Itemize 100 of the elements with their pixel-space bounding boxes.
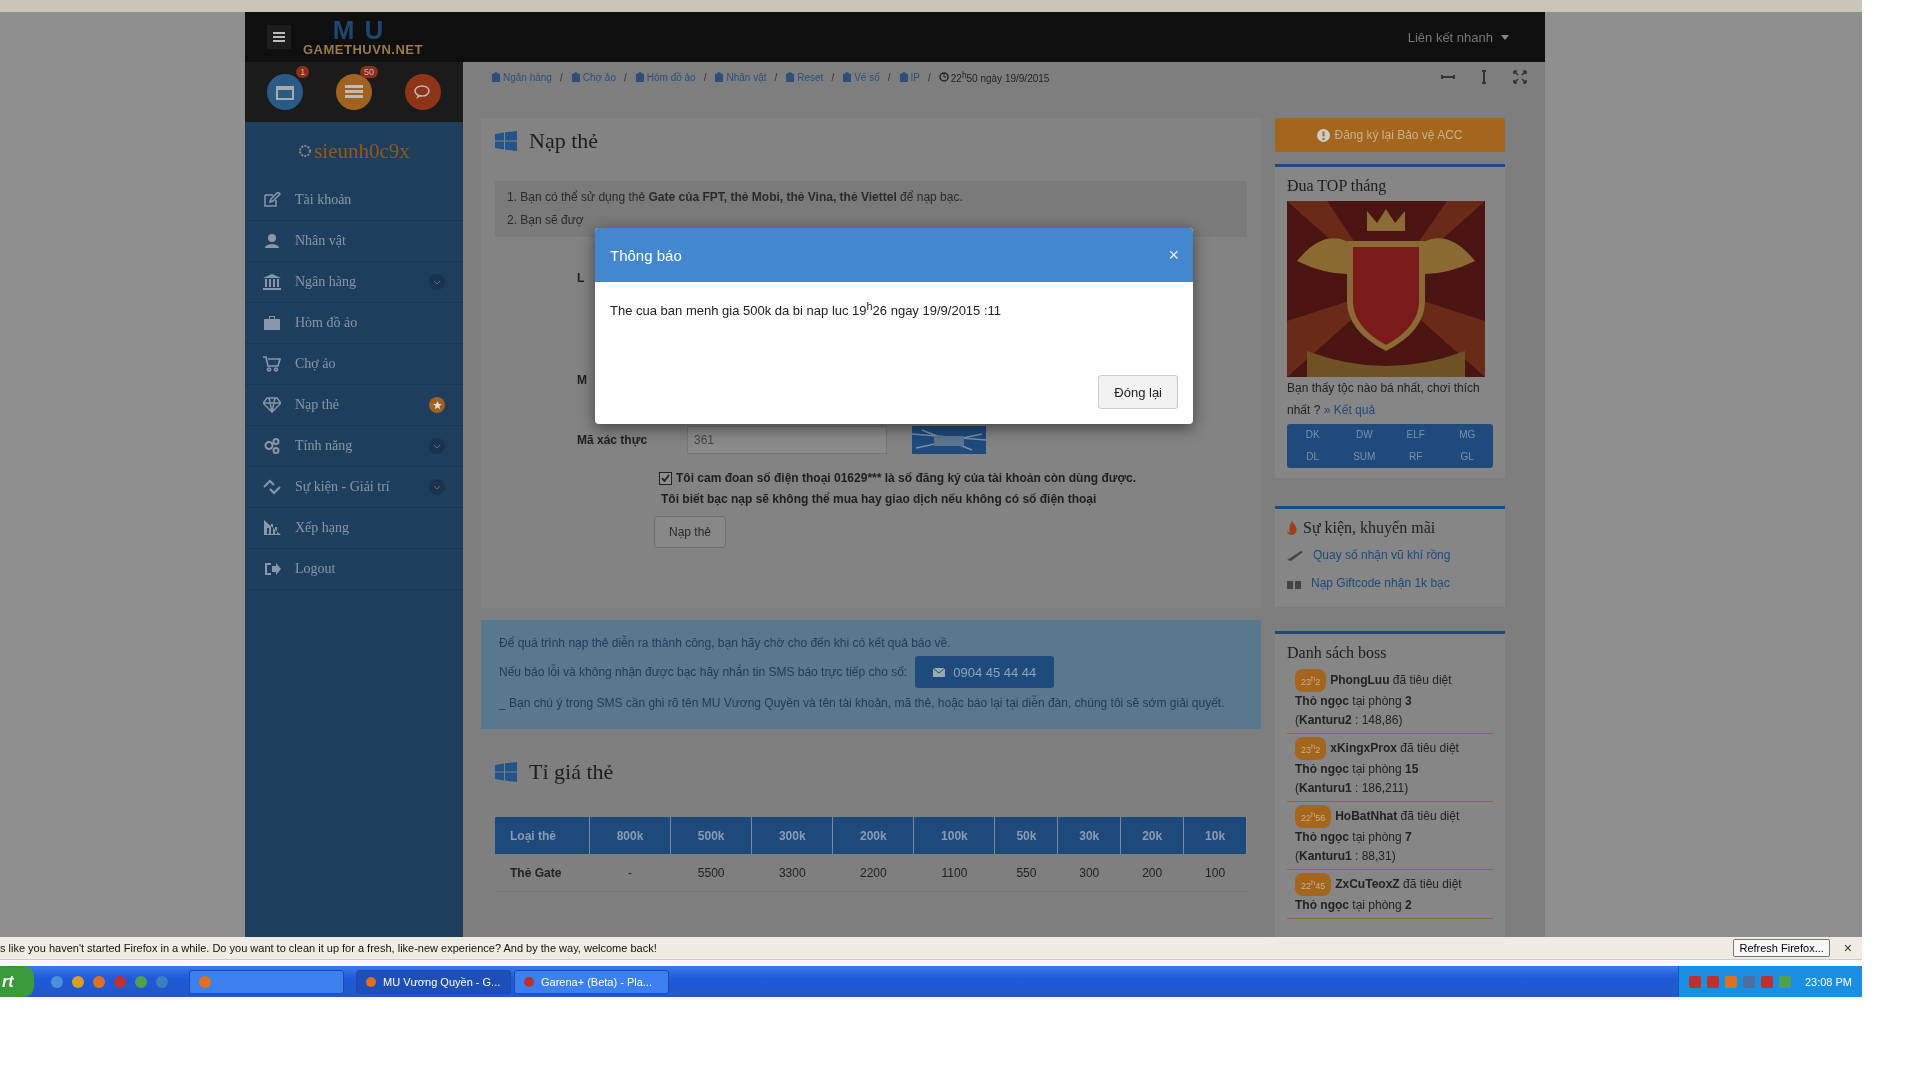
results-link[interactable]: » Kết quả xyxy=(1323,403,1376,417)
breadcrumb-separator: / xyxy=(623,71,627,83)
class-button[interactable]: ELF xyxy=(1390,424,1442,446)
breadcrumb-link[interactable]: IP xyxy=(898,71,920,83)
logo-backdrop: MU xyxy=(332,17,394,42)
info-text: _ Bạn chú ý trong SMS cần ghi rõ tên MU Vương Quyền và tên tài khoản, mã thẻ, hoặc báo lại tại diễn đàn, chúng tôi sẽ sớm giải quyết. xyxy=(499,694,1226,712)
column-header: 20k xyxy=(1120,817,1184,854)
menu-button[interactable] xyxy=(267,25,291,49)
start-button[interactable]: rt xyxy=(0,966,34,997)
time-badge: 22$^{h}$56 xyxy=(1295,805,1332,828)
notification-badge: 50 xyxy=(359,66,378,78)
table-cell: 1100 xyxy=(913,854,995,892)
fullscreen-icon[interactable] xyxy=(1513,70,1527,84)
class-button[interactable]: RF xyxy=(1390,446,1442,468)
event-link[interactable]: Quay số nhận vũ khí rồng xyxy=(1287,541,1493,569)
class-button[interactable]: DK xyxy=(1287,424,1339,446)
chat-icon xyxy=(413,85,432,99)
boss-kill-text: Thỏ ngọc tại phòng 3 xyxy=(1295,693,1412,710)
breadcrumb-link[interactable]: Reset xyxy=(785,71,824,83)
panel-title: Nạp thẻ xyxy=(529,127,599,154)
boss-kill-text: Thỏ ngọc tại phòng 2 xyxy=(1295,897,1412,914)
column-header: 10k xyxy=(1183,817,1247,854)
chevron-icon xyxy=(429,479,445,495)
windows-icon xyxy=(495,762,517,782)
app-icon[interactable] xyxy=(113,974,127,989)
close-button[interactable]: × xyxy=(1168,244,1179,266)
menu-icon xyxy=(273,32,285,42)
breadcrumb-link[interactable]: Vé số xyxy=(842,71,880,83)
sidebar-item[interactable]: Xếp hạng xyxy=(245,508,463,549)
list-icon xyxy=(345,85,363,99)
sidebar-item[interactable]: Hòm đồ ảo xyxy=(245,303,463,344)
diamond-icon xyxy=(263,397,281,413)
taskbar-button[interactable]: Garena+ (Beta) - Pla... xyxy=(514,969,669,994)
submit-button[interactable]: Nạp thẻ xyxy=(654,516,727,548)
class-button[interactable]: GL xyxy=(1441,446,1493,468)
column-header: 200k xyxy=(832,817,914,854)
caret-icon xyxy=(1501,34,1509,40)
breadcrumb-link[interactable]: Ngân hàng xyxy=(491,71,552,83)
sidebar-item[interactable]: Logout xyxy=(245,549,463,590)
dialog-title: Thông báo xyxy=(610,246,683,264)
instruction-text: 2. Bạn sẽ đượ xyxy=(507,212,585,229)
app-icon xyxy=(198,974,212,989)
refresh-button[interactable]: Refresh Firefox... xyxy=(1733,939,1830,957)
tray-icon[interactable] xyxy=(1760,975,1773,988)
table-cell: 3300 xyxy=(751,854,833,892)
app-icon[interactable] xyxy=(92,974,106,989)
sidebar-item[interactable]: Nạp thẻ xyxy=(245,385,463,426)
info-text: Để quá trình nạp thẻ diễn ra thành công, bạn hãy chờ cho đến khi có kết quả báo về. xyxy=(499,634,952,652)
chat-button[interactable] xyxy=(404,74,441,110)
tray-icon[interactable] xyxy=(1724,975,1737,988)
table-cell: 550 xyxy=(994,854,1058,892)
breadcrumb-link[interactable]: Chợ ảo xyxy=(570,71,616,83)
table-cell: 300 xyxy=(1057,854,1121,892)
sidebar-item[interactable]: Tài khoản xyxy=(245,180,463,221)
table-cell: Thẻ Gate xyxy=(495,854,590,892)
event-link[interactable]: Nạp Giftcode nhận 1k bạc xyxy=(1287,569,1493,597)
expand-horizontal-icon[interactable] xyxy=(1441,72,1455,82)
list-button[interactable] xyxy=(336,74,372,110)
breadcrumb-separator: / xyxy=(559,71,563,83)
tray-icon[interactable] xyxy=(1706,975,1719,988)
sidebar-item[interactable]: Ngân hàng xyxy=(245,262,463,303)
expand-vertical-icon[interactable] xyxy=(1479,70,1489,84)
class-button[interactable]: DL xyxy=(1287,446,1339,468)
close-button[interactable]: × xyxy=(1843,940,1852,956)
app-icon[interactable] xyxy=(134,974,148,989)
sidebar-item[interactable]: Chợ ảo xyxy=(245,344,463,385)
captcha-input[interactable]: 361 xyxy=(687,426,887,454)
breadcrumb-link[interactable]: Nhân vật xyxy=(714,71,767,83)
tray-icon[interactable] xyxy=(1778,975,1791,988)
form-label: L xyxy=(577,271,585,285)
close-dialog-button[interactable]: Đóng lại xyxy=(1098,375,1178,409)
agree-checkbox[interactable] xyxy=(659,471,672,485)
time-badge: 23$^{h}$2 xyxy=(1295,669,1327,692)
boss-kill-text: xKingxProx đã tiêu diệt xyxy=(1330,740,1459,757)
breadcrumb-link[interactable]: Hòm đồ ảo xyxy=(634,71,696,83)
sidebar-item[interactable]: Tính năng xyxy=(245,426,463,467)
class-button[interactable]: DW xyxy=(1338,424,1390,446)
class-button[interactable]: SUM xyxy=(1338,446,1390,468)
breadcrumb-separator: / xyxy=(703,71,707,83)
sword-icon xyxy=(1287,549,1303,561)
app-icon[interactable] xyxy=(71,974,85,989)
taskbar-button[interactable]: MU Vương Quyền - G... xyxy=(356,969,511,994)
sidebar-item[interactable]: Nhân vật xyxy=(245,221,463,262)
app-icon[interactable] xyxy=(50,974,64,989)
quick-links-menu[interactable]: Liên kết nhanh xyxy=(1407,29,1509,45)
class-button[interactable]: MG xyxy=(1441,424,1493,446)
site-logo[interactable]: GAMETHUVN.NET xyxy=(303,41,423,57)
sms-phone-button[interactable]: 0904 45 44 44 xyxy=(915,656,1055,688)
app-icon[interactable] xyxy=(155,974,169,989)
calendar-button[interactable] xyxy=(267,74,304,110)
tray-icon[interactable] xyxy=(1742,975,1755,988)
windows-icon xyxy=(495,130,517,151)
tray-icon[interactable] xyxy=(1688,975,1701,988)
taskbar-button[interactable] xyxy=(189,969,344,994)
column-header: 800k xyxy=(589,817,671,854)
protect-account-button[interactable]: Đăng ký lại Bảo vệ ACC xyxy=(1275,118,1505,152)
sidebar-item[interactable]: Sự kiện - Giải trí xyxy=(245,467,463,508)
time-badge: 22$^{h}$45 xyxy=(1295,873,1332,896)
column-header: 100k xyxy=(913,817,995,854)
boss-kill-text: (Kanturu1 : 88,31) xyxy=(1295,848,1396,865)
